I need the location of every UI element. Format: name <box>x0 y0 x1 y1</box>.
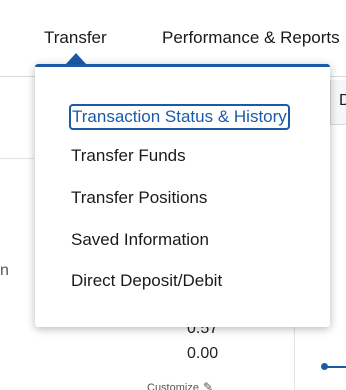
transfer-dropdown-menu: Transaction Status & History Transfer Fu… <box>35 64 330 327</box>
menu-item-transaction-status-history[interactable]: Transaction Status & History <box>69 104 290 130</box>
menu-item-direct-deposit-debit[interactable]: Direct Deposit/Debit <box>71 270 222 292</box>
customize-label: Customize <box>147 382 199 390</box>
background-text-fragment: n <box>0 262 9 279</box>
pencil-icon: ✎ <box>202 380 214 390</box>
tab-performance-reports[interactable]: Performance & Reports <box>162 26 340 50</box>
background-chart-point <box>321 363 328 370</box>
customize-link[interactable]: Customize ✎ <box>147 380 213 390</box>
page: Transfer Performance & Reports n D 0.57 … <box>0 0 346 390</box>
menu-item-transfer-funds[interactable]: Transfer Funds <box>71 145 186 167</box>
caret-up-icon <box>66 53 86 64</box>
background-right-tab-label: D <box>339 92 346 109</box>
menu-item-saved-information[interactable]: Saved Information <box>71 229 209 251</box>
tab-transfer[interactable]: Transfer <box>44 26 107 72</box>
background-left-panel <box>0 77 34 390</box>
background-divider <box>0 158 34 159</box>
menu-item-transfer-positions[interactable]: Transfer Positions <box>71 187 207 209</box>
background-value: 0.00 <box>187 345 219 362</box>
